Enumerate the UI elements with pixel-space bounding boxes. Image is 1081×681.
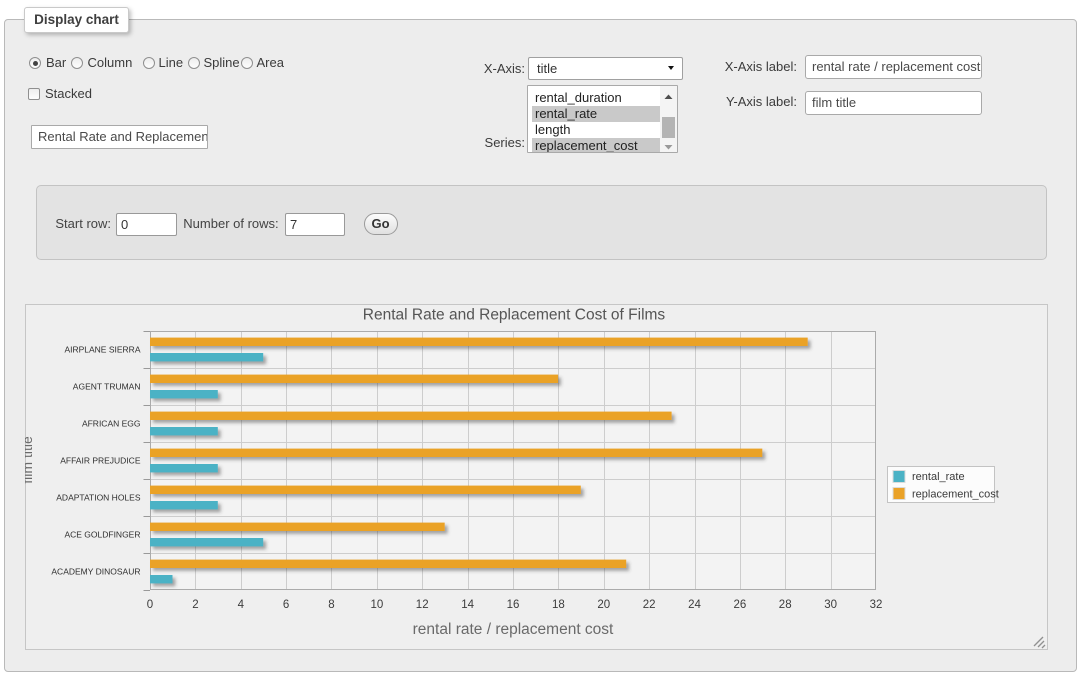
svg-text:rental rate / replacement cost: rental rate / replacement cost (413, 621, 614, 638)
svg-text:20: 20 (597, 599, 610, 611)
svg-text:18: 18 (552, 599, 565, 611)
svg-text:24: 24 (688, 599, 701, 611)
svg-text:16: 16 (507, 599, 520, 611)
svg-text:Rental Rate and Replacement Co: Rental Rate and Replacement Cost of Film… (363, 307, 666, 324)
svg-text:ACE GOLDFINGER: ACE GOLDFINGER (64, 530, 140, 540)
svg-text:AIRPLANE SIERRA: AIRPLANE SIERRA (64, 345, 140, 355)
svg-text:AFFAIR PREJUDICE: AFFAIR PREJUDICE (60, 456, 141, 466)
svg-text:AGENT TRUMAN: AGENT TRUMAN (73, 382, 141, 392)
svg-text:4: 4 (238, 599, 245, 611)
svg-text:rental_rate: rental_rate (912, 471, 965, 483)
svg-text:ACADEMY DINOSAUR: ACADEMY DINOSAUR (51, 567, 140, 577)
svg-text:12: 12 (416, 599, 429, 611)
svg-text:28: 28 (779, 599, 792, 611)
svg-text:film title: film title (25, 436, 35, 484)
svg-text:32: 32 (870, 599, 883, 611)
svg-text:10: 10 (371, 599, 384, 611)
svg-text:8: 8 (328, 599, 334, 611)
svg-text:2: 2 (192, 599, 198, 611)
svg-text:30: 30 (824, 599, 837, 611)
svg-text:0: 0 (147, 599, 153, 611)
svg-text:22: 22 (643, 599, 656, 611)
svg-text:replacement_cost: replacement_cost (912, 489, 999, 501)
svg-text:AFRICAN EGG: AFRICAN EGG (82, 419, 141, 429)
svg-text:ADAPTATION HOLES: ADAPTATION HOLES (56, 493, 141, 503)
svg-text:26: 26 (734, 599, 747, 611)
svg-text:6: 6 (283, 599, 289, 611)
svg-text:14: 14 (461, 599, 474, 611)
